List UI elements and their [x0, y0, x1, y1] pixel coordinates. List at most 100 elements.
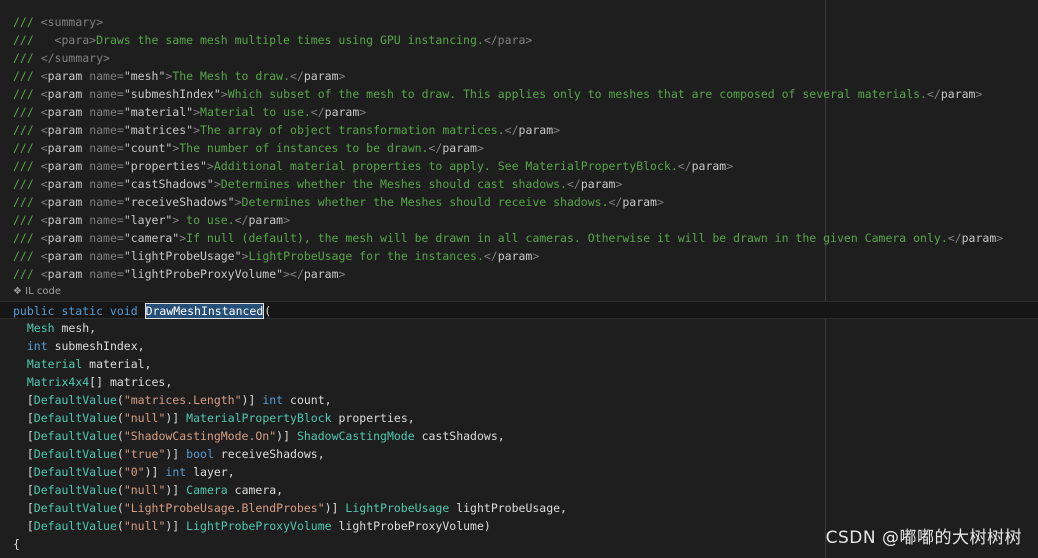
arg-type: ShadowCastingMode: [296, 429, 415, 443]
param-text: Which subset of the mesh to draw. This a…: [227, 87, 927, 101]
xml-tag: >: [193, 105, 201, 119]
xml-attr-name: name=: [89, 105, 124, 119]
xml-tag: <: [40, 213, 48, 227]
xml-tag: </: [608, 195, 623, 209]
doc-param-line: /// <param name="mesh">The Mesh to draw.…: [13, 67, 1038, 85]
modifiers: public static void: [13, 304, 138, 318]
arg-type: Material: [26, 357, 83, 371]
xml-tag-name: param: [940, 87, 976, 101]
arg-type: MaterialPropertyBlock: [186, 411, 332, 425]
xml-tag: </: [483, 249, 498, 263]
arg-type: int: [26, 339, 48, 353]
xml-tag: >: [532, 249, 540, 263]
code-editor[interactable]: /// <summary> /// <para>Draws the same m…: [0, 0, 1038, 558]
xml-tag: <: [40, 87, 48, 101]
arg-line: [DefaultValue("true")] bool receiveShado…: [13, 445, 1038, 463]
xml-tag: <: [40, 195, 48, 209]
attribute-name: DefaultValue: [33, 447, 117, 461]
arg-type: Matrix4x4: [26, 375, 90, 389]
method-signature-line[interactable]: public static void DrawMeshInstanced(: [0, 301, 1038, 319]
attribute-name: DefaultValue: [33, 501, 117, 515]
xml-attr-name: name=: [89, 213, 124, 227]
xml-tag-name: param: [961, 231, 997, 245]
attribute-value: "matrices.Length": [123, 393, 242, 407]
arg-name: layer,: [186, 465, 235, 479]
param-name: "lightProbeProxyVolume": [123, 267, 284, 281]
xml-attr-name: name=: [89, 231, 124, 245]
code-line: /// <summary>: [13, 13, 1038, 31]
doc-param-line: /// <param name="castShadows">Determines…: [13, 175, 1038, 193]
xml-attr-name: name=: [89, 267, 124, 281]
paren: (: [116, 429, 124, 443]
bracket: [: [26, 429, 34, 443]
attribute-value: "true": [123, 447, 166, 461]
arg-type: Mesh: [26, 321, 55, 335]
attribute-name: DefaultValue: [33, 519, 117, 533]
xml-tag: <: [40, 177, 48, 191]
param-text: Determines whether the Meshes should cas…: [220, 177, 567, 191]
attribute-value: "null": [123, 411, 166, 425]
comment-prefix: ///: [13, 33, 55, 47]
comment-prefix: ///: [13, 123, 41, 137]
xml-tag-name: param: [303, 69, 339, 83]
comment-prefix: ///: [13, 249, 41, 263]
xml-tag-name: param: [497, 249, 533, 263]
comment-prefix: ///: [13, 231, 41, 245]
xml-tag: </: [947, 231, 962, 245]
arg-line: Material material,: [13, 355, 1038, 373]
paren: (: [116, 483, 124, 497]
xml-tag-name: param: [47, 267, 83, 281]
attribute-value: "0": [123, 465, 145, 479]
arg-line: [DefaultValue("matrices.Length")] int co…: [13, 391, 1038, 409]
xml-tag: <para>: [54, 33, 97, 47]
paren: (: [116, 393, 124, 407]
method-name[interactable]: DrawMeshInstanced: [144, 303, 265, 319]
attribute-name: DefaultValue: [33, 429, 117, 443]
xml-tag: >: [615, 177, 623, 191]
param-name: "camera": [123, 231, 180, 245]
codelens-il-code[interactable]: ❖ IL code: [13, 283, 1038, 301]
paren: (: [116, 411, 124, 425]
bracket: )]: [144, 465, 159, 479]
xml-tag: </: [566, 177, 581, 191]
doc-param-line: /// <param name="count">The number of in…: [13, 139, 1038, 157]
arg-name: lightProbeProxyVolume): [331, 519, 491, 533]
param-name: "material": [123, 105, 194, 119]
arg-line: [DefaultValue("ShadowCastingMode.On")] S…: [13, 427, 1038, 445]
xml-tag: <: [40, 267, 48, 281]
xml-tag-name: param: [303, 267, 339, 281]
attribute-value: "LightProbeUsage.BlendProbes": [123, 501, 325, 515]
arg-type: int: [262, 393, 284, 407]
xml-tag-name: param: [47, 69, 83, 83]
attribute-name: DefaultValue: [33, 393, 117, 407]
comment-prefix: ///: [13, 141, 41, 155]
xml-tag-name: param: [47, 249, 83, 263]
arg-name: mesh,: [54, 321, 97, 335]
arg-type: Camera: [186, 483, 228, 497]
xml-attr-name: name=: [89, 177, 124, 191]
xml-tag: >: [359, 105, 367, 119]
param-text: The number of instances to be drawn.: [179, 141, 429, 155]
doc-param-line: /// <param name="matrices">The array of …: [13, 121, 1038, 139]
comment-prefix: ///: [13, 87, 41, 101]
comment-prefix: ///: [13, 267, 41, 281]
bracket: )]: [276, 429, 291, 443]
paren: (: [116, 447, 124, 461]
arg-line: int submeshIndex,: [13, 337, 1038, 355]
param-name: "count": [123, 141, 173, 155]
xml-attr-name: name=: [89, 159, 124, 173]
param-name: "layer": [123, 213, 173, 227]
xml-tag: <: [40, 159, 48, 173]
paren: (: [116, 501, 124, 515]
il-code-icon: ❖: [13, 286, 22, 297]
xml-tag-name: param: [622, 195, 657, 209]
param-text: The array of object transformation matri…: [200, 123, 505, 137]
xml-tag: <: [40, 249, 48, 263]
bracket: )]: [324, 501, 339, 515]
doc-param-line: /// <param name="receiveShadows">Determi…: [13, 193, 1038, 211]
arg-name: castShadows,: [414, 429, 505, 443]
xml-tag: >: [193, 123, 201, 137]
param-text: Material to use.: [200, 105, 311, 119]
xml-tag: >: [338, 267, 346, 281]
bracket: )]: [165, 519, 180, 533]
